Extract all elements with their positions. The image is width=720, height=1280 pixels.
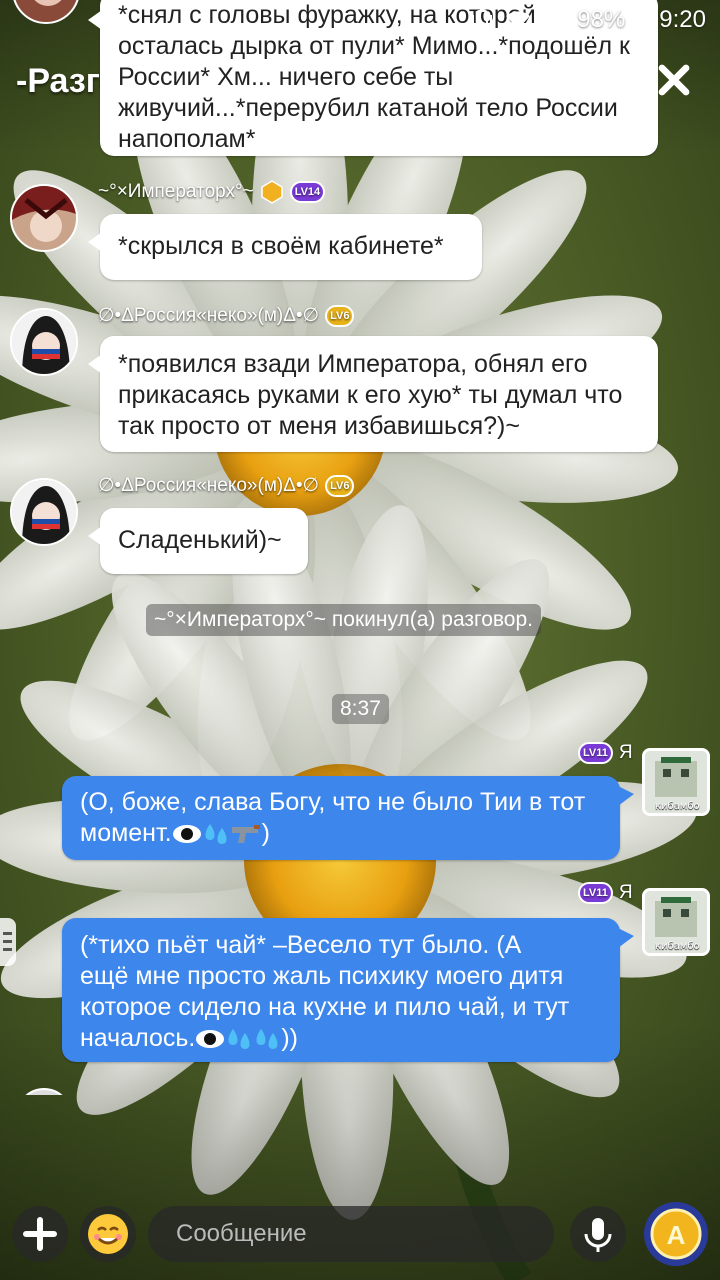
system-message: ~°×Императорх°~ покинул(а) разговор. [146,604,542,636]
add-attachment-button[interactable] [12,1206,68,1262]
avatar[interactable] [16,1088,72,1095]
message-line: началось. [80,1024,196,1052]
wifi-icon [506,11,531,29]
avatar[interactable] [10,308,78,376]
message-bubble[interactable]: *появился взади Императора, обнял его пр… [88,336,658,452]
smiley-icon [88,1214,128,1254]
level-badge: LV6 [325,474,355,497]
sweat-droplets-icon [256,1029,278,1050]
avatar-caption: кибамбо [655,941,700,952]
my-message-bubble[interactable]: (О, боже, слава Богу, что не было Тии в … [62,776,634,860]
my-avatar[interactable]: кибамбо [642,888,710,956]
my-username[interactable]: LV11 Я [578,742,633,764]
compose-bar: A [0,1188,720,1280]
message-text: Сладенький)~ [118,526,282,554]
avatar[interactable] [10,184,78,252]
svg-text:A: A [667,1220,686,1250]
plus-icon [23,1217,57,1251]
message-list[interactable]: *снял с головы фуражку, на которой остал… [0,0,720,1095]
sticker-button[interactable] [80,1206,136,1262]
level-badge: LV14 [289,181,326,203]
message-line: ещё мне просто жаль психику моего дитя [80,962,564,990]
message-line: которое сидело на кухне и пило чай, и ту… [80,993,570,1021]
coin-icon[interactable]: A [642,1200,710,1268]
signal-icon [543,10,566,30]
username[interactable]: ∅•ΔРоссия«неко»(м)Δ•∅ LV6 [98,474,355,497]
username[interactable]: ~°×Императорх°~ LV14 [98,180,326,204]
status-bar: 98% 9:20 [0,0,720,44]
battery-percent: 98% [577,6,626,33]
level-badge: LV11 [578,742,613,764]
side-drawer-handle[interactable] [0,918,16,966]
badge-hexagon-icon [260,180,283,204]
avatar-caption: кибамбо [655,801,700,812]
vibrate-icon [469,10,496,30]
clock: 9:20 [659,6,706,33]
pistol-emoji-icon [231,825,260,844]
level-badge: LV6 [325,304,355,327]
microphone-icon [584,1218,612,1252]
my-avatar[interactable]: кибамбо [642,748,710,816]
username[interactable]: ∅•ΔРоссия«неко»(м)Δ•∅ LV6 [98,304,355,327]
my-username[interactable]: LV11 Я [578,882,633,904]
sweat-droplets-icon [205,824,227,845]
message-bubble[interactable]: *скрылся в своём кабинете* [88,214,482,280]
message-input[interactable] [148,1206,554,1262]
message-text: *появился взади Императора, обнял его пр… [118,350,623,440]
timestamp: 8:37 [332,694,389,724]
message-line: (*тихо пьёт чай* –Весело тут было. (А [80,931,522,959]
battery-icon [635,5,650,32]
message-text: *скрылся в своём кабинете* [118,232,444,260]
eye-emoji-icon [196,1030,225,1049]
my-message-bubble[interactable]: (*тихо пьёт чай* –Весело тут было. (А ещ… [62,918,634,1062]
level-badge: LV11 [578,882,613,904]
sweat-droplets-icon [228,1029,250,1050]
voice-button[interactable] [570,1206,626,1262]
eye-emoji-icon [172,825,201,844]
message-bubble[interactable]: Сладенький)~ [88,508,308,574]
avatar[interactable] [10,478,78,546]
message-text: (О, боже, слава Богу, что не было Тии в … [80,788,586,847]
